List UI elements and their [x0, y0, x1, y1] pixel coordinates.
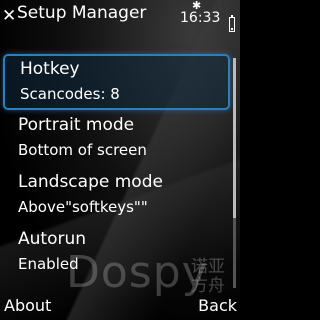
list-item-value: Bottom of screen — [18, 141, 147, 159]
watermark-text: Dospy — [66, 247, 209, 298]
list-item-hotkey[interactable]: Hotkey Scancodes: 8 — [3, 54, 230, 110]
list-item-label: Portrait mode — [18, 115, 135, 135]
page-title: Setup Manager — [17, 3, 147, 23]
scrollbar-thumb[interactable] — [233, 58, 236, 218]
list-item-value: Scancodes: 8 — [20, 85, 120, 103]
back-softkey[interactable]: Back — [198, 296, 237, 316]
close-icon[interactable]: ✕ — [2, 7, 16, 25]
title-bar: ✕ Setup Manager ✱ 16:33 — [0, 0, 240, 36]
list-item-portrait-mode[interactable]: Portrait mode Bottom of screen — [3, 112, 230, 168]
list-item-value: Above"softkeys"" — [18, 198, 148, 216]
list-item-label: Hotkey — [20, 59, 80, 79]
list-item-landscape-mode[interactable]: Landscape mode Above"softkeys"" — [3, 169, 230, 225]
scrollbar[interactable] — [233, 58, 236, 288]
list-item-label: Landscape mode — [18, 172, 163, 192]
clock: 16:33 — [180, 10, 221, 26]
battery-icon — [229, 15, 235, 32]
about-softkey[interactable]: About — [4, 296, 51, 316]
watermark-cn-text: 诺亚方舟 — [191, 257, 225, 296]
